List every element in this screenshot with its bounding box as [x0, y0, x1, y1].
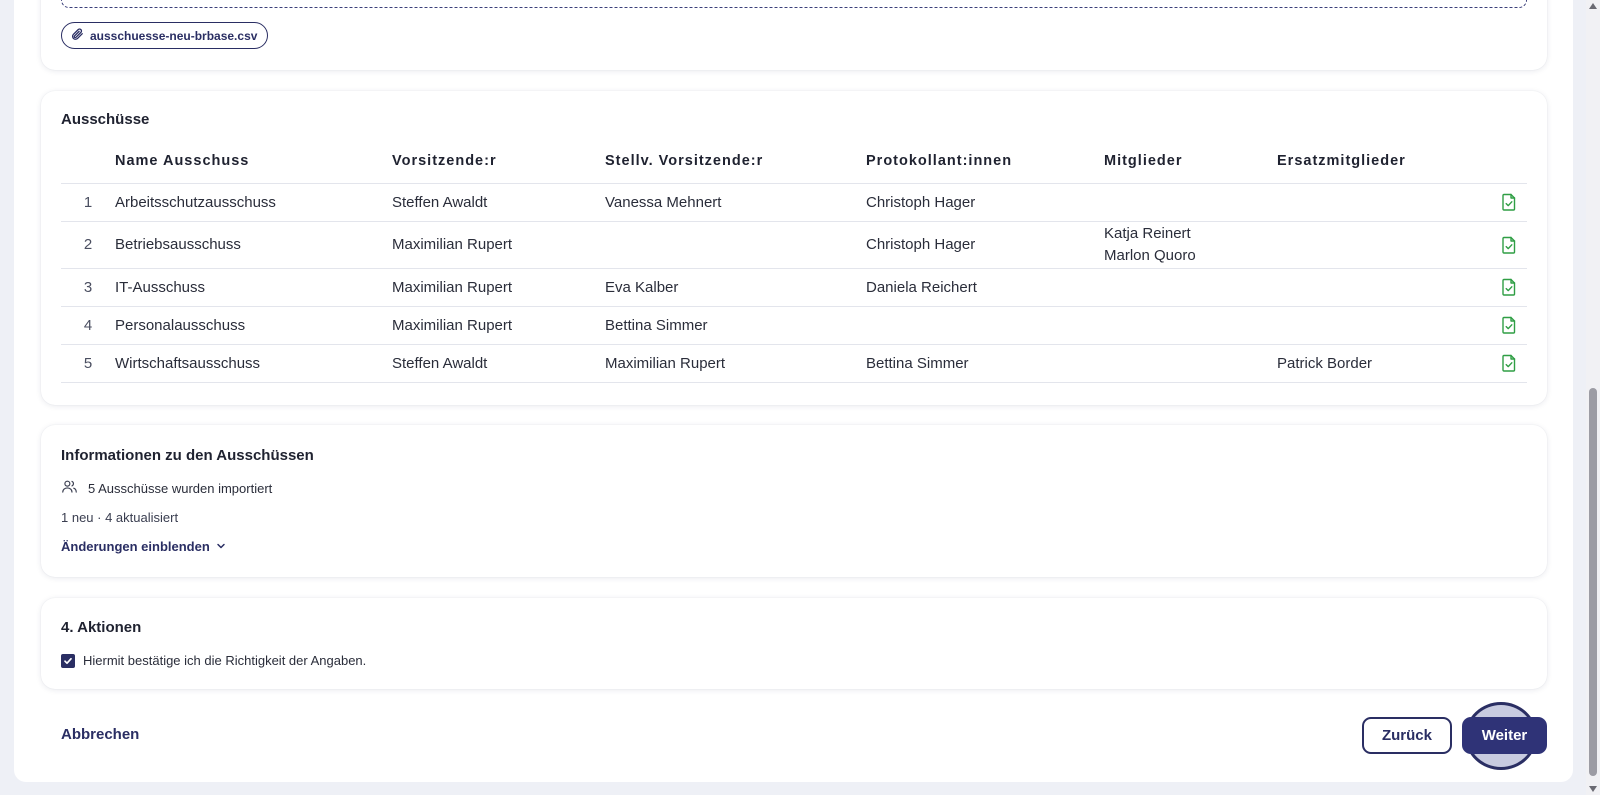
import-stats: 1 neu · 4 aktualisiert: [61, 510, 179, 525]
document-check-icon[interactable]: [1501, 236, 1517, 254]
committee-name: Personalausschuss: [115, 306, 392, 345]
chevron-down-icon: [216, 539, 226, 554]
chair-name: Steffen Awaldt: [392, 344, 605, 383]
minutes-taker-name: [866, 306, 1104, 345]
chair-name: Maximilian Rupert: [392, 268, 605, 307]
substitutes-cell: Patrick Border: [1277, 344, 1491, 383]
members-cell: [1104, 306, 1277, 345]
show-changes-toggle[interactable]: Änderungen einblenden: [61, 539, 226, 554]
column-header-actions: [1491, 139, 1527, 184]
users-icon: [61, 478, 78, 498]
document-check-icon[interactable]: [1501, 278, 1517, 296]
info-card: Informationen zu den Ausschüssen 5 Aussc…: [41, 425, 1547, 577]
vice-chair-name: Bettina Simmer: [605, 306, 866, 345]
minutes-taker-name: Christoph Hager: [866, 183, 1104, 222]
substitutes-cell: [1277, 183, 1491, 222]
substitutes-cell: [1277, 268, 1491, 307]
section-title: Ausschüsse: [61, 111, 150, 128]
column-header-minutes: Protokollant:innen: [866, 139, 1104, 184]
file-dropzone[interactable]: [61, 0, 1527, 8]
row-action-cell[interactable]: [1491, 221, 1527, 269]
chair-name: Steffen Awaldt: [392, 183, 605, 222]
minutes-taker-name: Bettina Simmer: [866, 344, 1104, 383]
table-row: 5 Wirtschaftsausschuss Steffen Awaldt Ma…: [61, 344, 1527, 383]
table-row: 4 Personalausschuss Maximilian Rupert Be…: [61, 306, 1527, 345]
minutes-taker-name: Christoph Hager: [866, 221, 1104, 269]
import-text: 5 Ausschüsse wurden importiert: [88, 480, 273, 496]
row-index: 5: [61, 344, 115, 383]
row-action-cell[interactable]: [1491, 306, 1527, 345]
column-header-name: Name Ausschuss: [115, 139, 392, 184]
actions-card: 4. Aktionen Hiermit bestätige ich die Ri…: [41, 598, 1547, 689]
member-name: Marlon Quoro: [1104, 246, 1196, 264]
section-title: 4. Aktionen: [61, 619, 142, 636]
column-header-index: [61, 139, 115, 184]
confirm-checkbox[interactable]: [61, 653, 75, 668]
document-check-icon[interactable]: [1501, 193, 1517, 211]
substitutes-cell: [1277, 306, 1491, 345]
confirm-row: Hiermit bestätige ich die Richtigkeit de…: [61, 653, 366, 668]
committee-name: IT-Ausschuss: [115, 268, 392, 307]
confirm-label: Hiermit bestätige ich die Richtigkeit de…: [83, 653, 367, 668]
column-header-chair: Vorsitzende:r: [392, 139, 605, 184]
row-index: 1: [61, 183, 115, 222]
upload-card: ausschuesse-neu-brbase.csv: [41, 0, 1547, 70]
chair-name: Maximilian Rupert: [392, 306, 605, 345]
row-index: 2: [61, 221, 115, 269]
back-button[interactable]: Zurück: [1362, 717, 1452, 754]
committee-name: Betriebsausschuss: [115, 221, 392, 269]
row-action-cell[interactable]: [1491, 183, 1527, 222]
column-header-substitutes: Ersatzmitglieder: [1277, 139, 1491, 184]
table-row: 1 Arbeitsschutzausschuss Steffen Awaldt …: [61, 183, 1527, 222]
members-cell: [1104, 268, 1277, 307]
minutes-taker-name: Daniela Reichert: [866, 268, 1104, 307]
row-action-cell[interactable]: [1491, 344, 1527, 383]
file-name: ausschuesse-neu-brbase.csv: [90, 28, 258, 43]
document-check-icon[interactable]: [1501, 316, 1517, 334]
committees-card: Ausschüsse Name Ausschuss Vorsitzende:r …: [41, 91, 1547, 405]
committee-name: Arbeitsschutzausschuss: [115, 183, 392, 222]
scroll-down-icon[interactable]: [1589, 786, 1597, 792]
committee-name: Wirtschaftsausschuss: [115, 344, 392, 383]
chair-name: Maximilian Rupert: [392, 221, 605, 269]
member-name: Katja Reinert: [1104, 224, 1191, 242]
table-header-row: Name Ausschuss Vorsitzende:r Stellv. Vor…: [61, 139, 1527, 184]
table-row: 3 IT-Ausschuss Maximilian Rupert Eva Kal…: [61, 268, 1527, 307]
members-cell: Katja Reinert Marlon Quoro: [1104, 221, 1277, 269]
toggle-label: Änderungen einblenden: [61, 539, 210, 554]
vice-chair-name: Maximilian Rupert: [605, 344, 866, 383]
uploaded-file-chip[interactable]: ausschuesse-neu-brbase.csv: [61, 22, 269, 49]
row-action-cell[interactable]: [1491, 268, 1527, 307]
check-icon: [64, 657, 72, 664]
members-cell: [1104, 344, 1277, 383]
column-header-members: Mitglieder: [1104, 139, 1277, 184]
table-row: 2 Betriebsausschuss Maximilian Rupert Ch…: [61, 221, 1527, 269]
section-title: Informationen zu den Ausschüssen: [61, 447, 314, 464]
vice-chair-name: [605, 221, 866, 269]
scroll-up-icon[interactable]: [1589, 3, 1597, 9]
cancel-link[interactable]: Abbrechen: [61, 726, 139, 743]
import-summary: 5 Ausschüsse wurden importiert: [61, 478, 272, 498]
next-button[interactable]: Weiter: [1462, 717, 1547, 754]
vice-chair-name: Vanessa Mehnert: [605, 183, 866, 222]
row-index: 4: [61, 306, 115, 345]
committees-table: Name Ausschuss Vorsitzende:r Stellv. Vor…: [61, 139, 1527, 383]
row-index: 3: [61, 268, 115, 307]
column-header-vice-chair: Stellv. Vorsitzende:r: [605, 139, 866, 184]
paperclip-icon: [70, 27, 84, 44]
substitutes-cell: [1277, 221, 1491, 269]
members-cell: [1104, 183, 1277, 222]
scrollbar-thumb[interactable]: [1589, 388, 1597, 776]
document-check-icon[interactable]: [1501, 354, 1517, 372]
vice-chair-name: Eva Kalber: [605, 268, 866, 307]
scrollbar[interactable]: [1586, 0, 1600, 795]
